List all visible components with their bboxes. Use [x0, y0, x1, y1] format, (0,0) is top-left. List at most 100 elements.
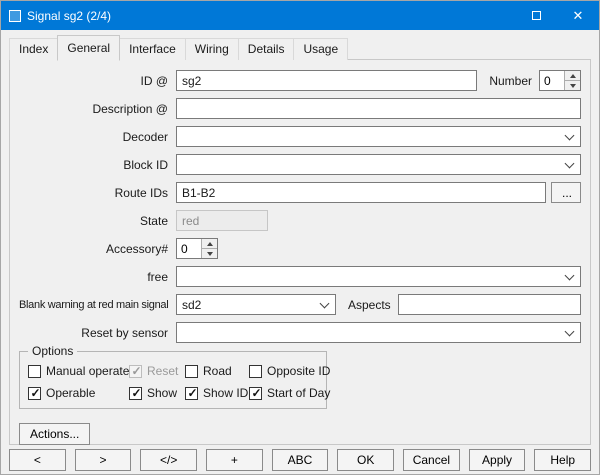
- blank-warning-label: Blank warning at red main signal: [19, 299, 176, 311]
- titlebar: Signal sg2 (2/4) ✕: [1, 1, 599, 30]
- row-id: ID @ Number: [19, 70, 581, 91]
- help-button[interactable]: Help: [534, 449, 591, 471]
- checkbox-opposite-id[interactable]: Opposite ID: [249, 364, 330, 378]
- checkbox-box: [28, 387, 41, 400]
- number-spin-down-button[interactable]: [565, 81, 580, 90]
- checkbox-label: Show ID: [203, 386, 248, 400]
- titlebar-buttons: ✕: [515, 1, 599, 30]
- close-icon: ✕: [573, 9, 584, 22]
- decoder-label: Decoder: [19, 130, 176, 144]
- close-button[interactable]: ✕: [557, 1, 599, 30]
- id-label: ID @: [19, 74, 176, 88]
- options-checkbox-grid: Manual operated Reset Road Opposite ID O…: [28, 364, 318, 400]
- chevron-down-icon: [565, 158, 575, 168]
- abc-button[interactable]: ABC: [272, 449, 329, 471]
- bottom-button-bar: < > </> + ABC OK Cancel Apply Help: [1, 446, 599, 474]
- tab-bar: Index General Interface Wiring Details U…: [1, 30, 599, 60]
- options-group-title: Options: [28, 344, 77, 358]
- state-input: [176, 210, 268, 231]
- row-accessory: Accessory#: [19, 238, 581, 259]
- ok-button[interactable]: OK: [337, 449, 394, 471]
- id-input[interactable]: [176, 70, 477, 91]
- checkbox-label: Opposite ID: [267, 364, 330, 378]
- decoder-select[interactable]: [176, 126, 581, 147]
- prev-button[interactable]: <: [9, 449, 66, 471]
- checkbox-road[interactable]: Road: [185, 364, 249, 378]
- window-title: Signal sg2 (2/4): [27, 9, 111, 23]
- description-label: Description @: [19, 102, 176, 116]
- checkbox-show-id[interactable]: Show ID: [185, 386, 249, 400]
- aspects-label: Aspects: [336, 298, 398, 312]
- accessory-stepper: [176, 238, 218, 259]
- tab-general[interactable]: General: [57, 35, 120, 61]
- state-label: State: [19, 214, 176, 228]
- row-route-ids: Route IDs ...: [19, 182, 581, 203]
- number-input[interactable]: [540, 71, 564, 90]
- accessory-spin-up-button[interactable]: [202, 239, 217, 249]
- row-decoder: Decoder: [19, 126, 581, 147]
- checkbox-label: Start of Day: [267, 386, 330, 400]
- reset-by-sensor-select[interactable]: [176, 322, 581, 343]
- description-input[interactable]: [176, 98, 581, 119]
- chevron-down-icon: [565, 326, 575, 336]
- dialog-window: Signal sg2 (2/4) ✕ Index General Interfa…: [0, 0, 600, 475]
- checkbox-start-of-day[interactable]: Start of Day: [249, 386, 330, 400]
- row-free: free: [19, 266, 581, 287]
- checkbox-box: [129, 387, 142, 400]
- checkbox-operable[interactable]: Operable: [28, 386, 129, 400]
- number-spin-up-button[interactable]: [565, 71, 580, 81]
- arrow-down-icon: [207, 252, 213, 256]
- next-button[interactable]: >: [75, 449, 132, 471]
- tab-interface[interactable]: Interface: [119, 38, 186, 60]
- checkbox-reset: Reset: [129, 364, 185, 378]
- add-button[interactable]: +: [206, 449, 263, 471]
- row-blank-warning: Blank warning at red main signal sd2 Asp…: [19, 294, 581, 315]
- tab-index[interactable]: Index: [9, 38, 58, 60]
- checkbox-label: Operable: [46, 386, 95, 400]
- reset-by-sensor-label: Reset by sensor: [19, 326, 176, 340]
- row-description: Description @: [19, 98, 581, 119]
- checkbox-box: [249, 387, 262, 400]
- blank-warning-value: sd2: [182, 298, 317, 312]
- checkbox-box: [185, 387, 198, 400]
- checkbox-box: [249, 365, 262, 378]
- checkbox-box: [129, 365, 142, 378]
- number-stepper: [539, 70, 581, 91]
- checkbox-label: Manual operated: [46, 364, 136, 378]
- row-state: State: [19, 210, 581, 231]
- maximize-button[interactable]: [515, 1, 557, 30]
- arrow-up-icon: [570, 74, 576, 78]
- route-ids-browse-button[interactable]: ...: [551, 182, 581, 203]
- code-button[interactable]: </>: [140, 449, 197, 471]
- block-id-select[interactable]: [176, 154, 581, 175]
- apply-button[interactable]: Apply: [469, 449, 526, 471]
- actions-button[interactable]: Actions...: [19, 423, 90, 445]
- checkbox-box: [185, 365, 198, 378]
- number-label: Number: [477, 74, 539, 88]
- tab-usage[interactable]: Usage: [293, 38, 348, 60]
- block-id-label: Block ID: [19, 158, 176, 172]
- route-ids-input[interactable]: [176, 182, 546, 203]
- arrow-down-icon: [570, 84, 576, 88]
- arrow-up-icon: [207, 242, 213, 246]
- checkbox-box: [28, 365, 41, 378]
- aspects-input[interactable]: [398, 294, 581, 315]
- chevron-down-icon: [565, 270, 575, 280]
- row-reset-by-sensor: Reset by sensor: [19, 322, 581, 343]
- app-icon: [9, 10, 21, 22]
- actions-row: Actions...: [19, 423, 581, 445]
- accessory-label: Accessory#: [19, 242, 176, 256]
- chevron-down-icon: [565, 130, 575, 140]
- checkbox-label: Reset: [147, 364, 178, 378]
- row-block-id: Block ID: [19, 154, 581, 175]
- blank-warning-select[interactable]: sd2: [176, 294, 336, 315]
- checkbox-show[interactable]: Show: [129, 386, 185, 400]
- accessory-spin-down-button[interactable]: [202, 249, 217, 258]
- cancel-button[interactable]: Cancel: [403, 449, 460, 471]
- checkbox-manual-operated[interactable]: Manual operated: [28, 364, 129, 378]
- route-ids-label: Route IDs: [19, 186, 176, 200]
- tab-details[interactable]: Details: [238, 38, 295, 60]
- free-select[interactable]: [176, 266, 581, 287]
- accessory-input[interactable]: [177, 239, 201, 258]
- tab-wiring[interactable]: Wiring: [185, 38, 239, 60]
